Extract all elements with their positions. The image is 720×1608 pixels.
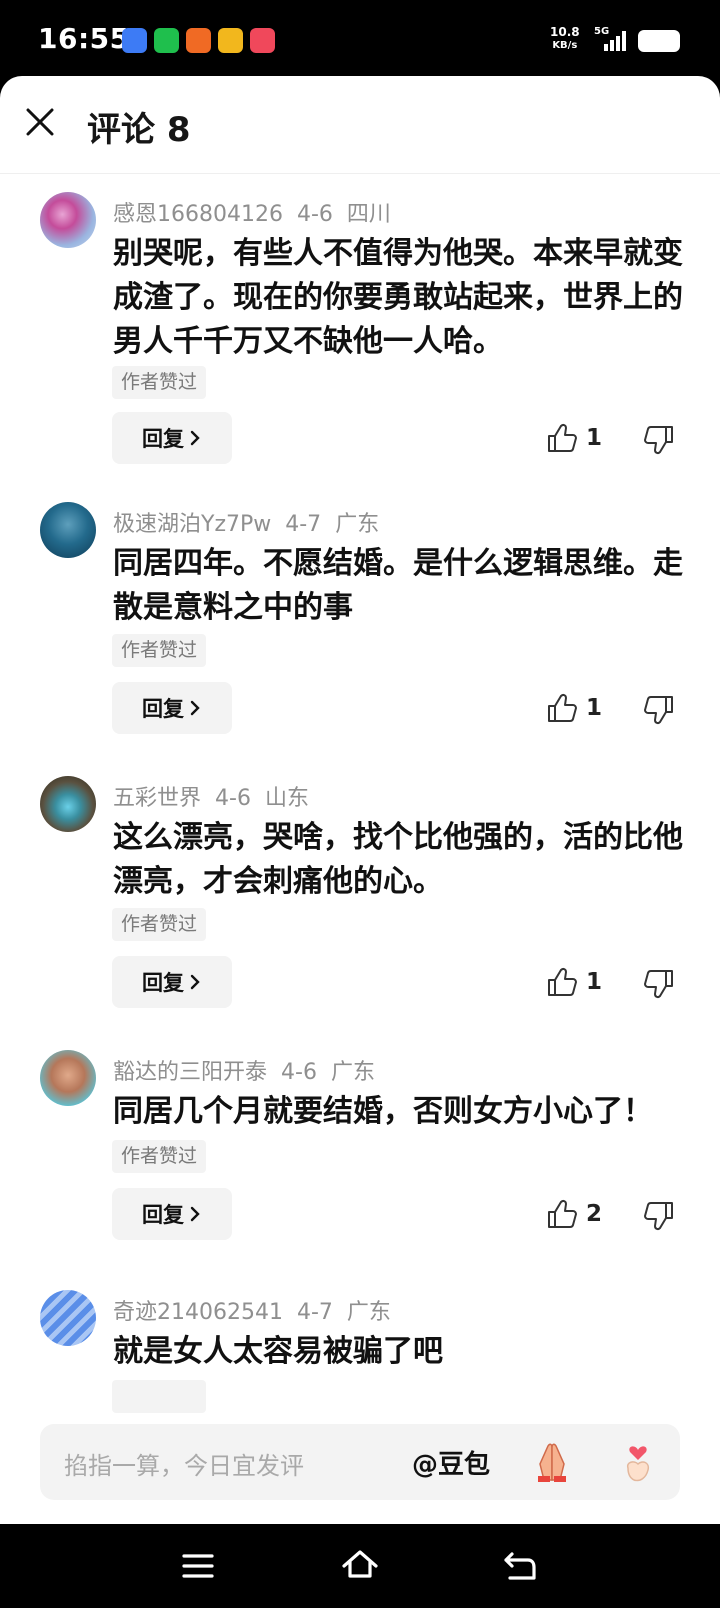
menu-icon[interactable] (176, 1544, 220, 1588)
like-icon[interactable] (546, 692, 578, 724)
author-liked-badge: 作者赞过 (112, 1140, 207, 1173)
comment-date: 4-7 (296, 1300, 333, 1325)
sheet-header: 评论 8 (0, 76, 720, 174)
app-yellow-icon (218, 28, 243, 53)
home-icon[interactable] (338, 1544, 382, 1588)
comment-input-placeholder: 掐指一算，今日宜发评 (64, 1452, 304, 1480)
author-liked-badge: 作者赞过 (112, 366, 207, 399)
reply-button[interactable]: 回复 (112, 682, 232, 734)
close-icon[interactable] (22, 104, 58, 140)
comment-username[interactable]: 奇迹214062541 (113, 1300, 283, 1325)
app-red-icon (250, 28, 275, 53)
comment-meta: 豁达的三阳开泰 4-6 广东 (113, 1054, 389, 1086)
like-count: 1 (586, 695, 603, 721)
comment-location: 广东 (346, 1300, 391, 1325)
comment-username[interactable]: 豁达的三阳开泰 (113, 1060, 267, 1085)
avatar[interactable] (40, 192, 96, 248)
chevron-right-icon (190, 974, 200, 990)
signal-icon: 5G (592, 26, 632, 54)
chevron-right-icon (190, 430, 200, 446)
avatar[interactable] (40, 776, 96, 832)
avatar[interactable] (40, 1050, 96, 1106)
chevron-right-icon (190, 1206, 200, 1222)
like-icon[interactable] (546, 1198, 578, 1230)
comment-username[interactable]: 五彩世界 (113, 786, 201, 811)
reply-button[interactable]: 回复 (112, 956, 232, 1008)
comment-location: 广东 (330, 1060, 375, 1085)
comment-text: 这么漂亮，哭啥，找个比他强的，活的比他漂亮，才会刺痛他的心。 (113, 820, 683, 899)
comment-text: 别哭呢，有些人不值得为他哭。本来早就变成渣了。现在的你要勇敢站起来，世界上的男人… (113, 236, 683, 359)
comment-meta: 极速湖泊Yz7Pw 4-7 广东 (113, 506, 393, 538)
battery-icon (638, 30, 680, 52)
status-bar: 16:55 10.8 KB/s 5G (0, 0, 720, 82)
comment-list[interactable]: 感恩166804126 4-6 四川 别哭呢，有些人不值得为他哭。本来早就变成渣了。… (0, 174, 720, 1488)
dislike-icon[interactable] (643, 968, 675, 1000)
like-count: 2 (586, 1201, 603, 1227)
net-speed-value: 10.8 (550, 25, 580, 39)
status-time: 16:55 (38, 22, 130, 55)
reply-label: 回复 (142, 971, 184, 995)
dislike-icon[interactable] (643, 1200, 675, 1232)
app-orange-icon (186, 28, 211, 53)
mention-doubao-button[interactable]: @豆包 (412, 1444, 490, 1481)
comment-meta: 五彩世界 4-6 山东 (113, 780, 323, 812)
comment-date: 4-7 (285, 512, 322, 537)
back-icon[interactable] (498, 1544, 542, 1588)
comment-meta: 感恩166804126 4-6 四川 (113, 196, 405, 228)
like-icon[interactable] (546, 422, 578, 454)
comment-text: 同居几个月就要结婚，否则女方小心了！ (113, 1094, 653, 1129)
like-count: 1 (586, 425, 603, 451)
navigation-bar (0, 1524, 720, 1608)
avatar[interactable] (40, 502, 96, 558)
chevron-right-icon (190, 700, 200, 716)
reply-label: 回复 (142, 1203, 184, 1227)
like-count: 1 (586, 969, 603, 995)
page-title: 评论 8 (87, 110, 191, 150)
comment-location: 四川 (346, 202, 391, 227)
author-liked-badge: 作者赞过 (112, 634, 207, 667)
comment-input[interactable]: 掐指一算，今日宜发评 @豆包 (40, 1424, 680, 1500)
reply-label: 回复 (142, 427, 184, 451)
finger-heart-icon[interactable] (616, 1438, 660, 1484)
comment-location: 广东 (335, 512, 380, 537)
notification-icons (122, 28, 275, 53)
avatar[interactable] (40, 1290, 96, 1346)
author-liked-badge (112, 1380, 206, 1413)
reply-label: 回复 (142, 697, 184, 721)
author-liked-badge: 作者赞过 (112, 908, 207, 941)
comment-date: 4-6 (281, 1060, 317, 1085)
reply-button[interactable]: 回复 (112, 412, 232, 464)
reply-button[interactable]: 回复 (112, 1188, 232, 1240)
comment-meta: 奇迹214062541 4-7 广东 (113, 1294, 405, 1326)
dislike-icon[interactable] (643, 424, 675, 456)
network-speed: 10.8 KB/s (550, 26, 580, 52)
comment-username[interactable]: 极速湖泊Yz7Pw (113, 512, 271, 537)
wechat-icon (154, 28, 179, 53)
pray-icon[interactable] (530, 1440, 574, 1484)
comment-date: 4-6 (215, 786, 251, 811)
comments-sheet: 评论 8 感恩166804126 4-6 四川 别哭呢，有些人不值得为他哭。本来早就… (0, 76, 720, 1524)
comment-location: 山东 (264, 786, 309, 811)
net-speed-unit: KB/s (552, 40, 578, 51)
comment-text: 就是女人太容易被骗了吧 (113, 1334, 443, 1369)
dislike-icon[interactable] (643, 694, 675, 726)
comment-text: 同居四年。不愿结婚。是什么逻辑思维。走散是意料之中的事 (113, 546, 683, 625)
comment-username[interactable]: 感恩166804126 (113, 202, 283, 227)
comment-date: 4-6 (296, 202, 333, 227)
app-blue-icon (122, 28, 147, 53)
like-icon[interactable] (546, 966, 578, 998)
